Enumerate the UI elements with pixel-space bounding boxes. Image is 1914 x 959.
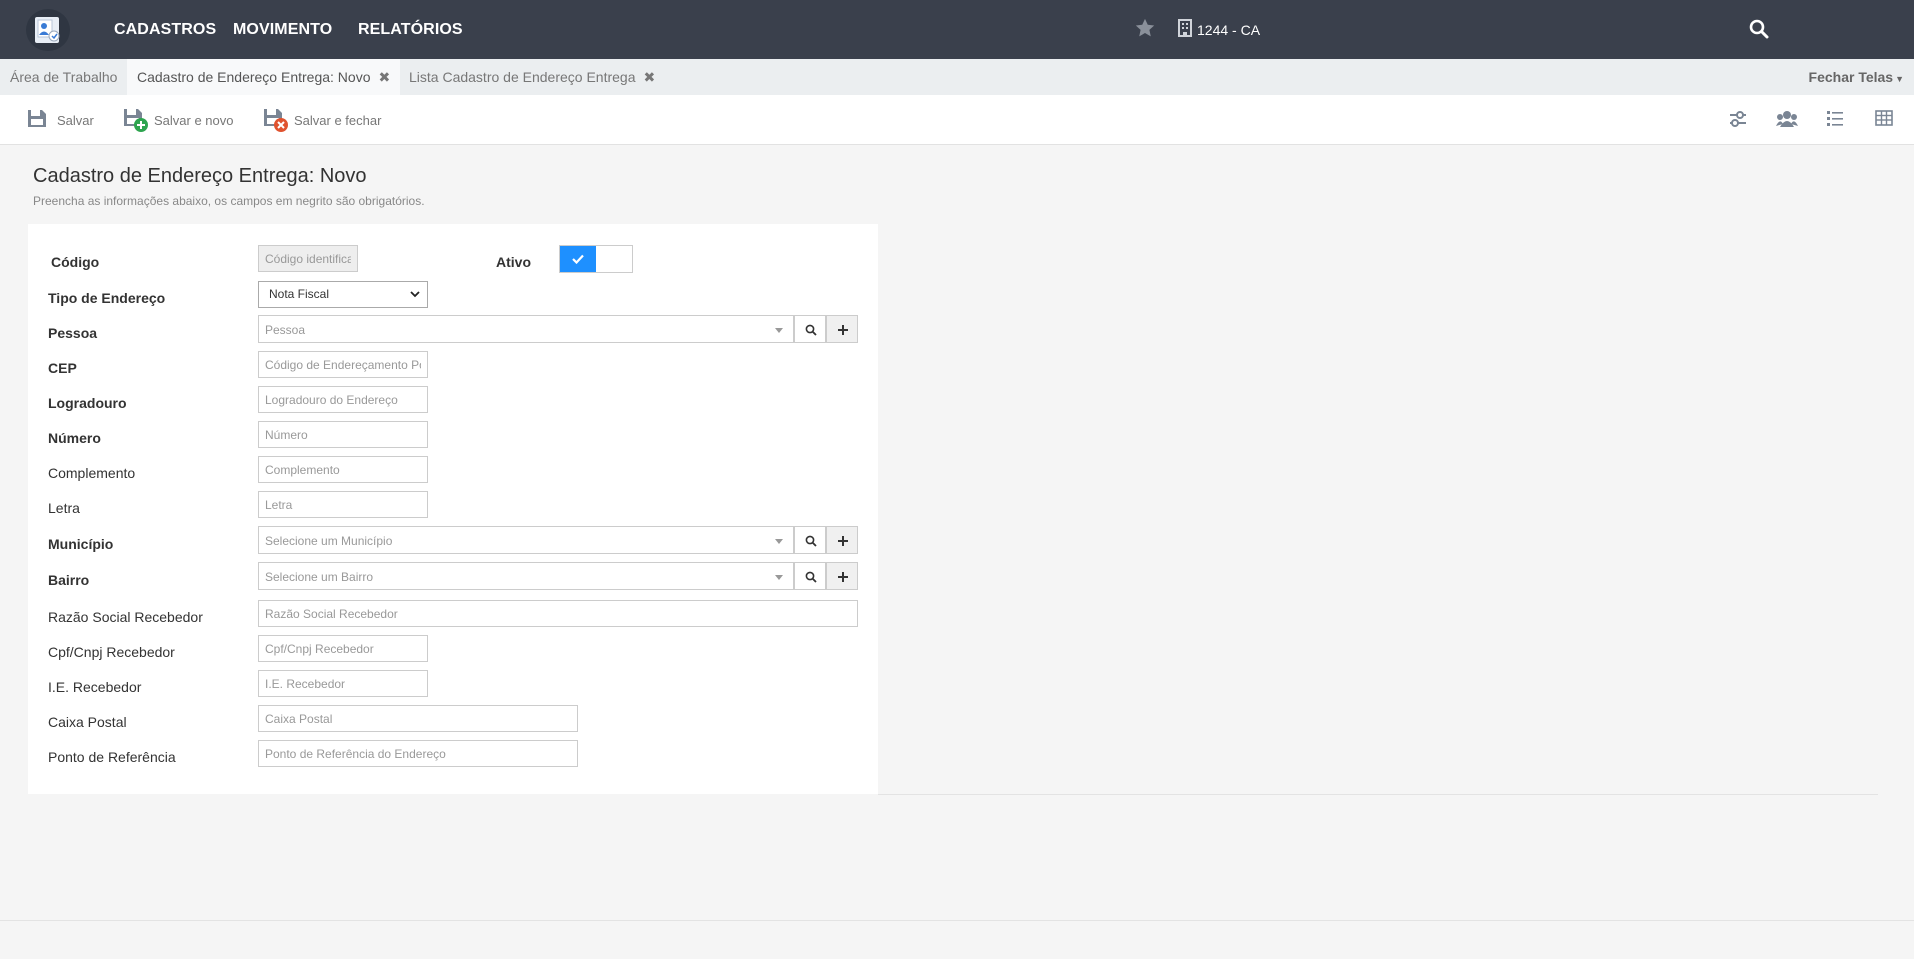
caret-down-icon: ▼ xyxy=(1895,74,1904,84)
pessoa-combobox[interactable]: Pessoa xyxy=(258,315,794,343)
ativo-toggle[interactable] xyxy=(559,245,633,273)
ponto-referencia-label: Ponto de Referência xyxy=(48,749,176,765)
plus-icon xyxy=(838,572,848,582)
pessoa-search-button[interactable] xyxy=(794,315,826,343)
close-all-label: Fechar Telas xyxy=(1808,69,1894,85)
search-icon[interactable] xyxy=(1749,19,1769,39)
complemento-input[interactable] xyxy=(258,456,428,483)
bairro-combobox[interactable]: Selecione um Bairro xyxy=(258,562,794,590)
caret-down-icon xyxy=(775,575,783,580)
list-icon[interactable] xyxy=(1826,109,1844,127)
save-and-close-button[interactable]: Salvar e fechar xyxy=(263,107,393,133)
bairro-label: Bairro xyxy=(48,572,90,588)
cpf-cnpj-label: Cpf/Cnpj Recebedor xyxy=(48,644,175,660)
logradouro-label: Logradouro xyxy=(48,395,127,411)
close-icon[interactable]: ✖ xyxy=(378,69,390,85)
nav-cadastros[interactable]: CADASTROS xyxy=(114,21,216,39)
caixa-postal-label: Caixa Postal xyxy=(48,714,127,730)
cep-label: CEP xyxy=(48,360,77,376)
tab-lista-cadastro-endereco[interactable]: Lista Cadastro de Endereço Entrega ✖ xyxy=(399,59,665,95)
nav-movimento[interactable]: MOVIMENTO xyxy=(233,21,332,39)
bairro-search-button[interactable] xyxy=(794,562,826,590)
pessoa-label: Pessoa xyxy=(48,325,98,341)
tab-label: Cadastro de Endereço Entrega: Novo xyxy=(137,69,371,85)
page-title: Cadastro de Endereço Entrega: Novo xyxy=(33,165,367,187)
save-and-new-button[interactable]: Salvar e novo xyxy=(123,107,243,133)
letra-label: Letra xyxy=(48,500,80,516)
caret-down-icon xyxy=(775,328,783,333)
bairro-placeholder: Selecione um Bairro xyxy=(265,570,374,584)
razao-social-input[interactable] xyxy=(258,600,858,627)
check-icon xyxy=(572,254,584,264)
logradouro-input[interactable] xyxy=(258,386,428,413)
search-icon xyxy=(805,571,817,583)
footer-divider xyxy=(0,920,1914,921)
numero-input[interactable] xyxy=(258,421,428,448)
app-logo[interactable] xyxy=(26,9,70,51)
contact-card-icon xyxy=(35,17,60,43)
tab-label: Área de Trabalho xyxy=(10,69,118,85)
bairro-add-button[interactable] xyxy=(826,562,858,590)
municipio-combobox[interactable]: Selecione um Município xyxy=(258,526,794,554)
municipio-add-button[interactable] xyxy=(826,526,858,554)
branch-label[interactable]: 1244 - CA xyxy=(1197,22,1260,38)
cep-input[interactable] xyxy=(258,351,428,378)
plus-icon xyxy=(838,325,848,335)
letra-input[interactable] xyxy=(258,491,428,518)
sliders-icon[interactable] xyxy=(1728,109,1748,129)
codigo-input[interactable] xyxy=(258,245,358,272)
tipo-endereco-select[interactable]: Nota Fiscal xyxy=(258,281,428,308)
save-and-new-label: Salvar e novo xyxy=(154,113,234,128)
complemento-label: Complemento xyxy=(48,465,136,481)
action-toolbar: Salvar Salvar e novo Salvar e fechar xyxy=(0,95,1914,145)
municipio-label: Município xyxy=(48,536,114,552)
ponto-referencia-input[interactable] xyxy=(258,740,578,767)
pessoa-add-button[interactable] xyxy=(826,315,858,343)
caixa-postal-input[interactable] xyxy=(258,705,578,732)
floppy-disk-icon xyxy=(28,110,46,127)
save-button[interactable]: Salvar xyxy=(26,107,96,133)
codigo-label: Código xyxy=(51,254,100,270)
municipio-search-button[interactable] xyxy=(794,526,826,554)
divider xyxy=(878,794,1878,795)
cpf-cnpj-input[interactable] xyxy=(258,635,428,662)
caret-down-icon xyxy=(775,539,783,544)
close-icon[interactable]: ✖ xyxy=(643,69,655,85)
search-icon xyxy=(805,535,817,547)
floppy-close-icon xyxy=(264,109,288,132)
floppy-plus-icon xyxy=(124,109,148,132)
tab-label: Lista Cadastro de Endereço Entrega xyxy=(409,69,636,85)
building-icon xyxy=(1178,19,1192,37)
star-icon[interactable] xyxy=(1134,17,1156,39)
top-navbar: CADASTROS MOVIMENTO RELATÓRIOS 1244 - CA xyxy=(0,0,1914,59)
chevron-down-icon xyxy=(410,291,420,298)
razao-social-label: Razão Social Recebedor xyxy=(48,609,203,625)
users-icon[interactable] xyxy=(1776,109,1798,129)
pessoa-placeholder: Pessoa xyxy=(265,323,306,337)
page-subtitle: Preencha as informações abaixo, os campo… xyxy=(33,194,425,208)
save-label: Salvar xyxy=(57,113,94,128)
municipio-placeholder: Selecione um Município xyxy=(265,534,393,548)
toggle-on-state xyxy=(560,246,596,272)
nav-relatorios[interactable]: RELATÓRIOS xyxy=(358,21,463,39)
tab-cadastro-endereco-novo[interactable]: Cadastro de Endereço Entrega: Novo ✖ xyxy=(127,59,401,95)
search-icon xyxy=(805,324,817,336)
tab-area-de-trabalho[interactable]: Área de Trabalho xyxy=(0,59,127,95)
plus-icon xyxy=(838,536,848,546)
ativo-label: Ativo xyxy=(496,254,531,270)
ie-recebedor-input[interactable] xyxy=(258,670,428,697)
numero-label: Número xyxy=(48,430,101,446)
table-icon[interactable] xyxy=(1875,109,1893,127)
tipo-endereco-label: Tipo de Endereço xyxy=(48,290,166,306)
close-all-tabs-dropdown[interactable]: Fechar Telas ▼ xyxy=(1809,59,1904,95)
tipo-endereco-value: Nota Fiscal xyxy=(269,287,330,301)
ie-recebedor-label: I.E. Recebedor xyxy=(48,679,142,695)
tab-bar: Área de Trabalho Cadastro de Endereço En… xyxy=(0,59,1914,95)
save-and-close-label: Salvar e fechar xyxy=(294,113,382,128)
